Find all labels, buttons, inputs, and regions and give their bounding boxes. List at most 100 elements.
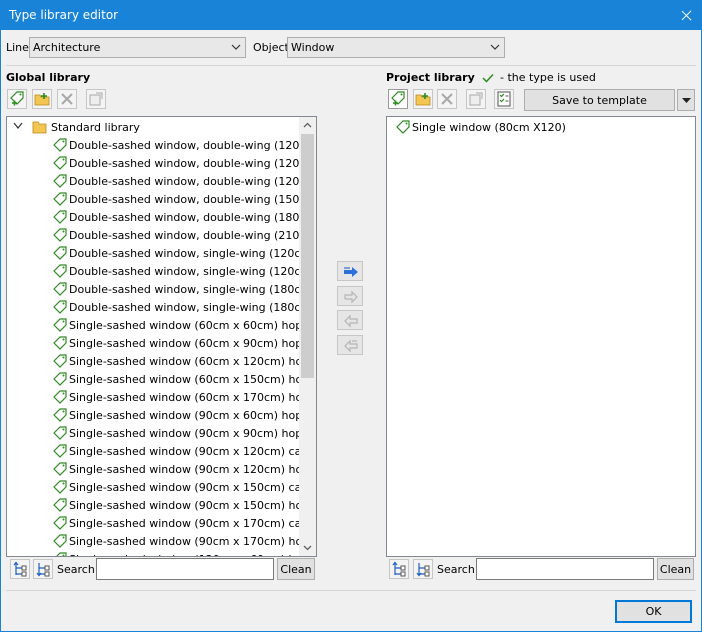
tag-icon [53,192,67,209]
project-collapse-all-button[interactable] [413,559,433,579]
tree-group-label: Standard library [51,121,140,134]
add-to-project-button[interactable] [337,261,363,281]
project-search-input[interactable] [476,558,654,580]
tag-icon [53,498,67,515]
global-list-item[interactable]: Double-sashed window, single-wing (180cm… [7,298,316,316]
project-list-item[interactable]: Single window (80cm X120) [387,118,677,136]
properties-button [86,89,106,109]
new-type-button[interactable] [7,89,27,109]
global-list-item[interactable]: Single-sashed window (60cm x 170cm) hopp… [7,388,316,406]
tag-icon [53,552,67,556]
project-library-list[interactable]: Single window (80cm X120) [386,116,696,557]
global-list-item[interactable]: Double-sashed window, double-wing (120cm… [7,136,316,155]
footer-separator [6,590,696,591]
ok-button[interactable]: OK [615,600,692,623]
global-list-item-label: Single-sashed window (90cm x 60cm) hoppe… [69,409,317,422]
line-select-value: Architecture [33,41,101,54]
collapse-tree-icon [36,563,50,577]
tree-group-standard-library[interactable]: Standard library [7,118,301,136]
save-to-template-button[interactable]: Save to template [524,89,675,111]
vertical-scrollbar[interactable] [299,117,316,556]
tag-add-icon [10,91,24,106]
collapse-tree-icon [416,563,430,577]
global-library-tree[interactable]: Standard library Double-sashed window, d… [6,116,317,557]
global-list-item[interactable]: Single-sashed window (60cm x 120cm) hopp… [7,352,316,371]
global-list-item[interactable]: Double-sashed window, single-wing (180cm… [7,280,316,298]
replace-in-project-button [337,286,363,306]
global-list-item-label: Double-sashed window, double-wing (180cm… [69,211,317,224]
tag-icon [53,480,67,497]
global-list-item[interactable]: Single-sashed window (90cm x 60cm) hoppe… [7,406,316,424]
global-list-item-label: Single-sashed window (90cm x 90cm) hoppe… [69,427,317,440]
tag-icon [53,372,67,389]
arrow-right-double-icon [344,267,358,277]
scroll-down-icon[interactable] [299,539,316,556]
project-library-title: Project library [386,71,475,84]
global-list-item[interactable]: Double-sashed window, double-wing (120cm… [7,172,316,191]
checklist-button[interactable] [494,89,514,109]
project-expand-all-button[interactable] [389,559,409,579]
window-border-left [0,30,1,632]
project-new-group-button[interactable] [413,89,433,109]
project-new-type-button[interactable] [388,89,408,109]
tag-icon [53,516,67,533]
chevron-down-icon [490,44,500,50]
global-list-item-label: Single-sashed window (60cm x 90cm) hoppe… [69,337,317,350]
global-list-item-label: Double-sashed window, double-wing (120cm… [69,175,317,188]
ok-label: OK [645,605,662,618]
global-list-item-label: Single-sashed window (90cm x 170cm) hopp… [69,535,317,548]
properties-icon [89,92,103,106]
global-list-item-label: Double-sashed window, single-wing (120cm… [69,265,317,278]
global-list-item[interactable]: Double-sashed window, double-wing (180cm… [7,208,316,226]
project-list-item-label: Single window (80cm X120) [412,121,566,134]
global-list-item[interactable]: Single-sashed window (60cm x 90cm) hoppe… [7,334,316,352]
global-list-item[interactable]: Double-sashed window, single-wing (120cm… [7,262,316,280]
tag-icon [53,174,67,191]
global-list-item[interactable]: Single-sashed window (90cm x 150cm) case… [7,478,316,497]
checklist-icon [497,91,511,107]
chevron-down-icon [231,44,241,50]
title-bar: Type library editor [0,0,702,30]
global-list-item[interactable]: Double-sashed window, double-wing (210cm… [7,226,316,244]
expand-all-button[interactable] [10,559,30,579]
global-list-item-label: Single-sashed window (60cm x 150cm) hopp… [69,373,317,386]
line-select[interactable]: Architecture [29,37,246,58]
tag-icon [53,318,67,335]
project-clean-button[interactable]: Clean [657,558,694,580]
global-list-item[interactable]: Double-sashed window, double-wing (120cm… [7,154,316,172]
object-select[interactable]: Window [287,37,505,58]
global-list-item[interactable]: Single-sashed window (90cm x 120cm) hopp… [7,460,316,478]
save-options-dropdown[interactable] [677,89,695,111]
new-group-button[interactable] [32,89,52,109]
global-list-item[interactable]: Double-sashed window, double-wing (150cm… [7,190,316,209]
global-clean-label: Clean [280,563,312,576]
expand-tree-icon [13,561,27,577]
global-search-input[interactable] [96,558,274,580]
scroll-up-icon[interactable] [299,117,316,134]
scroll-thumb[interactable] [301,134,314,378]
folder-add-icon [415,93,431,106]
global-list-item[interactable]: Single-sashed window (90cm x 170cm) case… [7,514,316,533]
global-list-item[interactable]: Single-sashed window (60cm x 150cm) hopp… [7,370,316,389]
global-list-item[interactable]: Single-sashed window (90cm x 150cm) hopp… [7,496,316,515]
global-list-item[interactable]: Single-sashed window (90cm x 170cm) hopp… [7,532,316,550]
global-list-item[interactable]: Single-sashed window (90cm x 120cm) case… [7,442,316,460]
global-list-item[interactable]: Single-sashed window (120cm x 60cm) h... [7,550,306,556]
tools-icon [61,93,73,105]
edit-type-button [57,89,77,109]
collapse-all-button[interactable] [33,559,53,579]
tag-icon [53,354,67,371]
tag-icon [396,120,410,137]
chevron-down-icon[interactable] [13,122,23,130]
global-list-item-label: Single-sashed window (60cm x 60cm) hoppe… [69,319,317,332]
global-list-item-label: Single-sashed window (90cm x 150cm) hopp… [69,499,317,512]
tag-icon [53,138,67,155]
global-list-item-label: Double-sashed window, double-wing (210cm… [69,229,317,242]
global-list-item[interactable]: Single-sashed window (90cm x 90cm) hoppe… [7,424,316,442]
global-list-item[interactable]: Double-sashed window, single-wing (120cm… [7,244,316,262]
global-clean-button[interactable]: Clean [277,558,315,580]
used-type-legend: - the type is used [500,71,596,84]
object-select-value: Window [291,41,335,54]
global-list-item[interactable]: Single-sashed window (60cm x 60cm) hoppe… [7,316,316,335]
close-icon[interactable] [672,0,702,30]
